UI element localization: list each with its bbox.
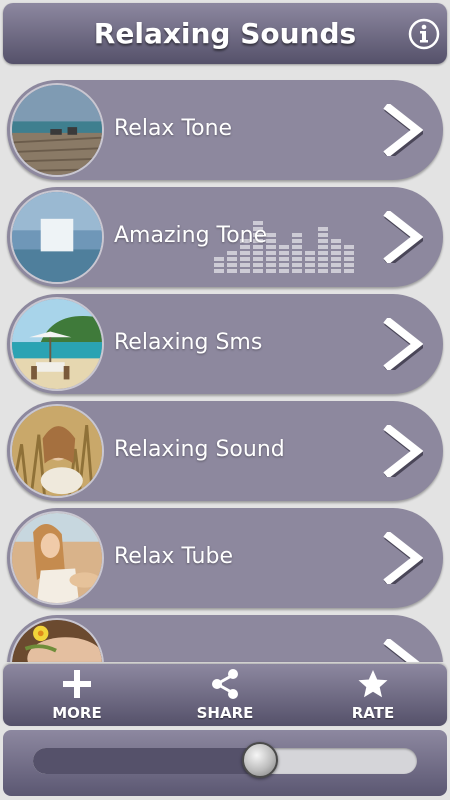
app-title: Relaxing Sounds: [93, 17, 357, 50]
list-item-label: Amazing Tone: [114, 223, 268, 248]
rate-button[interactable]: RATE: [313, 664, 433, 726]
chevron-right-icon: [383, 211, 423, 263]
beach-deck-thumbnail: [10, 83, 104, 177]
list-item-relax-tube[interactable]: Relax Tube: [7, 508, 443, 608]
spa-flower-thumbnail: [10, 618, 104, 662]
woman-beach-thumbnail: [10, 511, 104, 605]
chevron-right-icon: [383, 532, 423, 584]
chevron-right-icon: [383, 318, 423, 370]
share-icon: [212, 669, 238, 699]
list-item-label: Relaxing Sms: [114, 330, 263, 355]
star-icon: [358, 670, 388, 698]
volume-slider-bar: [3, 730, 447, 796]
list-item-amazing-tone[interactable]: Amazing Tone: [7, 187, 443, 287]
list-item-relaxing-sms[interactable]: Relaxing Sms: [7, 294, 443, 394]
chevron-right-icon: [383, 104, 423, 156]
tropical-beach-thumbnail: [10, 297, 104, 391]
chevron-right-icon: [383, 425, 423, 477]
list-item-relax-tone[interactable]: Relax Tone: [7, 80, 443, 180]
bottom-action-bar: MORE SHARE RATE: [3, 664, 447, 726]
more-label: MORE: [52, 704, 102, 722]
volume-slider-fill: [33, 748, 260, 774]
list-item-relaxing-sound[interactable]: Relaxing Sound: [7, 401, 443, 501]
more-button[interactable]: MORE: [17, 664, 137, 726]
list-item-label: Relaxing Sound: [114, 437, 285, 462]
woman-grass-thumbnail: [10, 404, 104, 498]
volume-slider-knob[interactable]: [241, 742, 278, 778]
list-item-label: Relax Tube: [114, 544, 233, 569]
info-icon[interactable]: [408, 18, 440, 50]
list-item-partial[interactable]: [7, 615, 443, 662]
rate-label: RATE: [351, 704, 395, 722]
volume-slider-track[interactable]: [33, 748, 417, 774]
equalizer-thumbnail: [10, 190, 104, 284]
plus-icon: [63, 670, 91, 698]
share-button[interactable]: SHARE: [165, 664, 285, 726]
list-item-label: Relax Tone: [114, 116, 233, 141]
sound-list: Relax Tone Amazing Tone Relaxing Sms Rel…: [0, 68, 450, 662]
chevron-right-icon: [383, 639, 420, 662]
header-bar: Relaxing Sounds: [3, 3, 447, 64]
share-label: SHARE: [196, 704, 254, 722]
